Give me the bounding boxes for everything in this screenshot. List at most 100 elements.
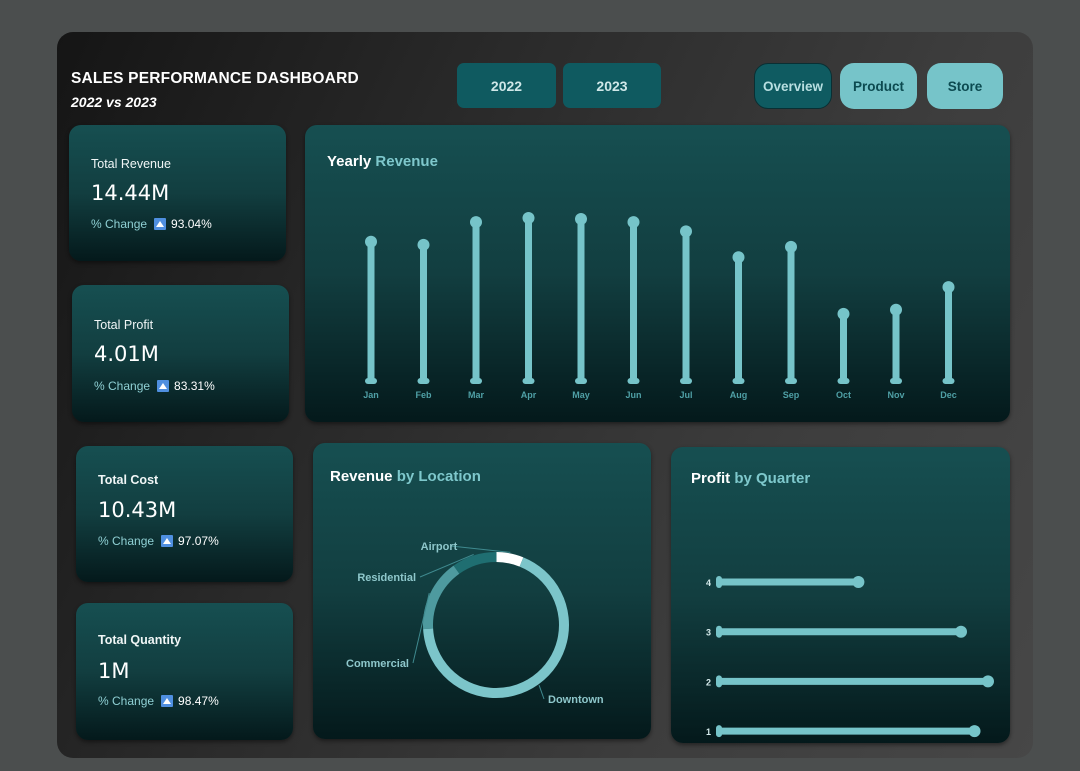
revenue-location-panel: Revenue by Location Airport Residential Co… bbox=[313, 443, 651, 739]
slice-leader-line bbox=[450, 545, 511, 553]
x-tick-label: Apr bbox=[521, 390, 537, 400]
month-bar-aug[interactable] bbox=[735, 257, 742, 382]
kpi-label: Total Revenue bbox=[91, 157, 171, 171]
profit-quarter-panel: Profit by Quarter 4321 bbox=[671, 447, 1010, 743]
month-bar-base bbox=[890, 378, 902, 384]
up-arrow-icon bbox=[154, 218, 167, 230]
quarter-bar-head bbox=[852, 576, 865, 588]
kpi-value: 10.43M bbox=[98, 498, 177, 522]
change-label: % Change bbox=[94, 379, 151, 393]
quarter-bar-base bbox=[716, 576, 722, 588]
quarter-bar-4[interactable] bbox=[718, 578, 859, 586]
change-label: % Change bbox=[91, 217, 148, 231]
slice-label: Downtown bbox=[548, 694, 604, 706]
change-label: % Change bbox=[98, 694, 155, 708]
kpi-change: % Change 93.04% bbox=[91, 217, 212, 231]
month-bar-may[interactable] bbox=[577, 219, 585, 382]
y-tick-label: 1 bbox=[706, 727, 711, 737]
x-tick-label: Dec bbox=[940, 390, 957, 400]
month-bar-feb[interactable] bbox=[420, 244, 427, 382]
month-bar-head bbox=[365, 235, 377, 248]
month-bar-jan[interactable] bbox=[367, 241, 375, 382]
month-bar-base bbox=[785, 378, 797, 384]
nav-product-button[interactable]: Product bbox=[840, 63, 917, 109]
revenue-location-donut: Airport Residential Commercial Downtown bbox=[346, 541, 604, 706]
month-bar-base bbox=[837, 378, 850, 384]
month-bar-head bbox=[680, 225, 692, 238]
x-tick-label: Aug bbox=[730, 390, 748, 400]
year-button-2023[interactable]: 2023 bbox=[563, 63, 661, 108]
change-label: % Change bbox=[98, 534, 155, 548]
yearly-revenue-panel: Yearly Revenue Jan Feb Mar Apr May Jun Jul Aug S… bbox=[305, 125, 1010, 422]
kpi-card-cost[interactable]: Total Cost 10.43M % Change 97.07% bbox=[76, 446, 293, 582]
x-tick-label: Jul bbox=[679, 390, 692, 400]
quarter-bar-2[interactable] bbox=[718, 677, 988, 685]
x-tick-label: Oct bbox=[836, 390, 851, 400]
month-bar-jul[interactable] bbox=[682, 231, 690, 382]
kpi-value: 4.01M bbox=[94, 342, 159, 366]
month-bar-base bbox=[470, 378, 482, 384]
change-value: 93.04% bbox=[171, 217, 212, 231]
month-bar-dec[interactable] bbox=[945, 287, 952, 382]
quarter-bar-3[interactable] bbox=[718, 628, 961, 636]
change-value: 98.47% bbox=[178, 694, 219, 708]
month-bar-mar[interactable] bbox=[472, 222, 480, 382]
month-bar-head bbox=[417, 238, 430, 251]
kpi-card-quantity[interactable]: Total Quantity 1M % Change 98.47% bbox=[76, 603, 293, 740]
quarter-bar-base bbox=[716, 725, 722, 738]
nav-overview-button[interactable]: Overview bbox=[754, 63, 832, 109]
slice-label: Airport bbox=[421, 541, 458, 553]
title-block: SALES PERFORMANCE DASHBOARD 2022 vs 2023 bbox=[71, 70, 359, 110]
month-bar-head bbox=[627, 216, 640, 229]
month-bar-jun[interactable] bbox=[630, 222, 637, 382]
month-bar-base bbox=[417, 378, 430, 384]
quarter-bar-1[interactable] bbox=[718, 727, 975, 735]
x-tick-label: Sep bbox=[783, 390, 800, 400]
quarter-bar-base bbox=[716, 625, 722, 638]
page-subtitle: 2022 vs 2023 bbox=[71, 94, 157, 110]
dashboard-canvas: SALES PERFORMANCE DASHBOARD 2022 vs 2023… bbox=[57, 32, 1033, 758]
nav-store-button[interactable]: Store bbox=[927, 63, 1003, 109]
quarter-bar-head bbox=[955, 625, 967, 638]
month-bar-base bbox=[365, 378, 377, 384]
y-tick-label: 3 bbox=[706, 628, 711, 638]
month-bar-oct[interactable] bbox=[840, 313, 847, 382]
month-bar-head bbox=[575, 213, 587, 226]
yearly-revenue-chart: Jan Feb Mar Apr May Jun Jul Aug Sep Oct Nov Dec bbox=[363, 212, 957, 400]
up-arrow-icon bbox=[161, 695, 174, 707]
kpi-change: % Change 97.07% bbox=[98, 534, 219, 548]
month-bar-apr[interactable] bbox=[525, 218, 532, 382]
kpi-change: % Change 83.31% bbox=[94, 379, 215, 393]
year-button-2022[interactable]: 2022 bbox=[457, 63, 556, 108]
month-bar-head bbox=[522, 212, 535, 224]
x-tick-label: Jan bbox=[363, 390, 379, 400]
up-arrow-icon bbox=[161, 535, 174, 547]
kpi-label: Total Profit bbox=[94, 318, 154, 332]
x-tick-label: May bbox=[572, 390, 590, 400]
kpi-value: 1M bbox=[98, 659, 130, 683]
quarter-bar-head bbox=[968, 725, 981, 738]
month-bar-base bbox=[575, 378, 587, 384]
change-value: 97.07% bbox=[178, 534, 219, 548]
month-bar-base bbox=[680, 378, 692, 384]
month-bar-head bbox=[942, 281, 955, 294]
month-bar-nov[interactable] bbox=[892, 309, 900, 382]
month-bar-head bbox=[732, 251, 745, 264]
slice-label: Commercial bbox=[346, 658, 409, 670]
donut-slice-commercial[interactable] bbox=[423, 565, 460, 630]
up-arrow-icon bbox=[157, 380, 170, 392]
page-title: SALES PERFORMANCE DASHBOARD bbox=[71, 70, 359, 87]
month-bar-sep[interactable] bbox=[787, 246, 795, 382]
profit-quarter-chart: 4 3 2 1 bbox=[706, 576, 994, 738]
kpi-change: % Change 98.47% bbox=[98, 694, 219, 708]
quarter-bar-base bbox=[716, 675, 722, 688]
kpi-card-profit[interactable]: Total Profit 4.01M % Change 83.31% bbox=[72, 285, 289, 422]
month-bar-base bbox=[942, 378, 955, 384]
month-bar-head bbox=[785, 240, 797, 253]
x-tick-label: Nov bbox=[887, 390, 904, 400]
x-tick-label: Feb bbox=[415, 390, 432, 400]
donut-slice-airport[interactable] bbox=[496, 552, 524, 567]
month-bar-head bbox=[890, 303, 902, 316]
kpi-label: Total Quantity bbox=[98, 633, 182, 647]
kpi-card-revenue[interactable]: Total Revenue 14.44M % Change 93.04% bbox=[69, 125, 286, 261]
